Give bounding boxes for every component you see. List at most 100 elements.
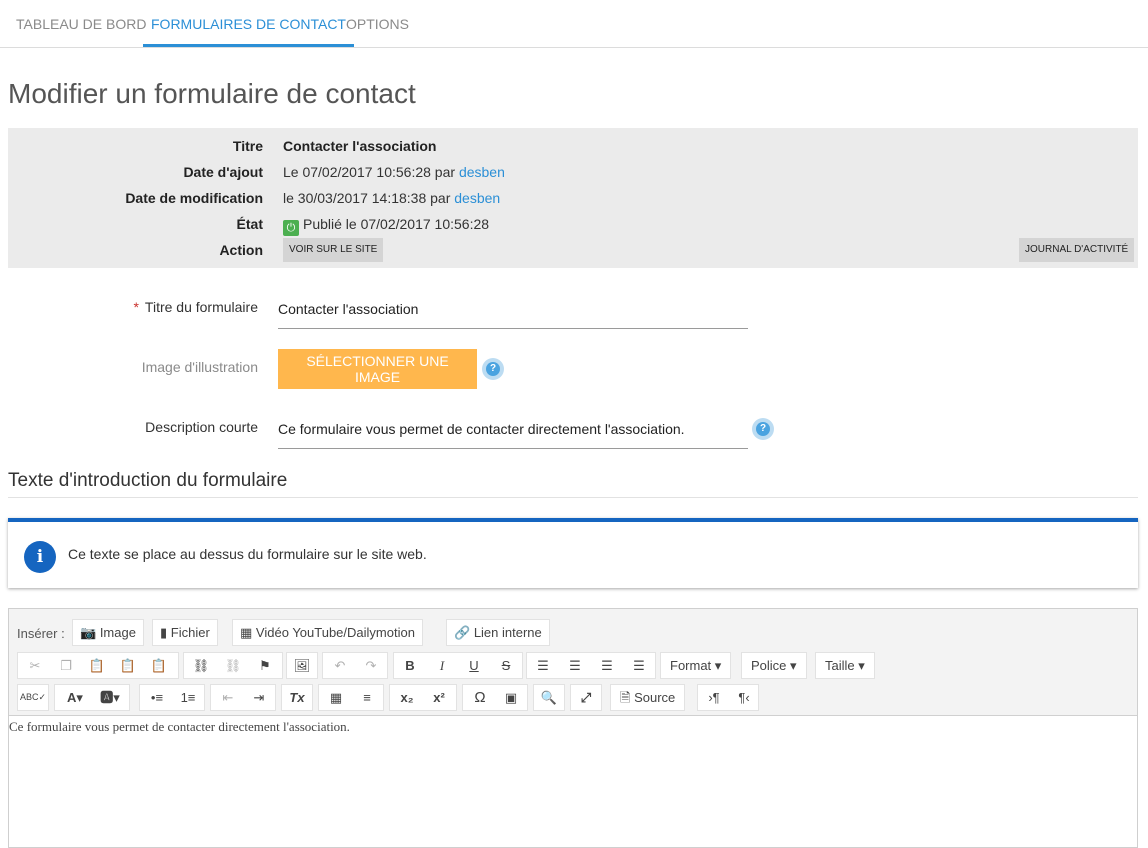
question-icon: ? bbox=[756, 422, 770, 436]
align-justify-icon[interactable]: ☰ bbox=[624, 653, 654, 678]
info-label-date-ajout: Date d'ajout bbox=[183, 164, 263, 180]
strikethrough-icon[interactable]: S bbox=[491, 653, 521, 678]
image-group: 🖼 bbox=[286, 652, 318, 679]
style-group: B I U S bbox=[393, 652, 523, 679]
indent-icon[interactable]: ⇥ bbox=[244, 685, 274, 710]
special-char-icon[interactable]: Ω bbox=[465, 685, 495, 710]
horizontal-rule-icon[interactable]: ≡ bbox=[352, 685, 382, 710]
unlink-icon[interactable]: ⛓ bbox=[218, 653, 248, 678]
format-label: Format bbox=[670, 658, 712, 673]
underline-icon[interactable]: U bbox=[459, 653, 489, 678]
align-center-icon[interactable]: ☰ bbox=[560, 653, 590, 678]
redo-icon[interactable]: ↷ bbox=[356, 653, 386, 678]
cut-icon[interactable]: ✂ bbox=[20, 653, 50, 678]
help-icon-description[interactable]: ? bbox=[752, 418, 774, 440]
required-mark: * bbox=[133, 299, 139, 315]
flag-icon[interactable]: ⚑ bbox=[250, 653, 280, 678]
police-dropdown[interactable]: Police ▾ bbox=[741, 652, 807, 679]
spellcheck-icon[interactable]: ABC✓ bbox=[18, 685, 48, 710]
paste-icon[interactable]: 📋 bbox=[82, 653, 112, 678]
color-group: A▾ 🅰▾ bbox=[54, 684, 130, 711]
voir-sur-le-site-button[interactable]: VOIR SUR LE SITE bbox=[283, 238, 384, 262]
caret-down-icon: ▾ bbox=[858, 658, 865, 673]
date-modif-text: le 30/03/2017 14:18:38 par bbox=[283, 190, 451, 206]
help-icon-image[interactable]: ? bbox=[482, 358, 504, 380]
rtl-icon[interactable]: ¶‹ bbox=[729, 685, 759, 710]
paste-text-icon[interactable]: 📋 bbox=[113, 653, 143, 678]
link-group: ⛓ ⛓ ⚑ bbox=[183, 652, 283, 679]
info-value-date-modif: le 30/03/2017 14:18:38 par desben bbox=[283, 185, 500, 211]
description-input[interactable]: Ce formulaire vous permet de contacter d… bbox=[278, 419, 748, 449]
copy-icon[interactable]: ❐ bbox=[51, 653, 81, 678]
info-panel: Titre Contacter l'association Date d'ajo… bbox=[8, 128, 1138, 268]
power-icon: ⏻ bbox=[283, 220, 299, 236]
page-title: Modifier un formulaire de contact bbox=[8, 78, 416, 109]
maximize-icon[interactable]: ⤢ bbox=[571, 685, 601, 710]
question-icon: ? bbox=[486, 362, 500, 376]
file-icon: ▮ bbox=[160, 625, 168, 640]
undo-group: ↶ ↷ bbox=[322, 652, 388, 679]
insert-image-button[interactable]: 📷 Image bbox=[72, 619, 144, 646]
section-divider bbox=[8, 497, 1138, 498]
insert-link-button[interactable]: 🔗 Lien interne bbox=[446, 619, 550, 646]
insert-file-button[interactable]: ▮ Fichier bbox=[152, 619, 218, 646]
text-color-icon[interactable]: A▾ bbox=[58, 685, 92, 710]
outdent-icon[interactable]: ⇤ bbox=[213, 685, 243, 710]
form-label-titre-text: Titre du formulaire bbox=[144, 299, 258, 315]
maximize-group: ⤢ bbox=[570, 684, 602, 711]
preview-icon[interactable]: 🔍 bbox=[534, 685, 564, 710]
tab-options[interactable]: OPTIONS bbox=[338, 0, 417, 48]
form-label-image: Image d'illustration bbox=[141, 359, 258, 375]
superscript-icon[interactable]: x² bbox=[424, 685, 454, 710]
info-label-action: Action bbox=[219, 242, 263, 258]
spellcheck-group: ABC✓ bbox=[17, 684, 49, 711]
italic-icon[interactable]: I bbox=[427, 653, 457, 678]
section-title: Texte d'introduction du formulaire bbox=[8, 470, 288, 491]
direction-group: ›¶ ¶‹ bbox=[697, 684, 759, 711]
subscript-icon[interactable]: x₂ bbox=[392, 685, 422, 710]
editor-content[interactable]: Ce formulaire vous permet de contacter d… bbox=[9, 719, 350, 735]
numbered-list-icon[interactable]: 1≡ bbox=[173, 685, 203, 710]
link-icon[interactable]: ⛓ bbox=[186, 653, 216, 678]
date-ajout-text: Le 07/02/2017 10:56:28 par bbox=[283, 164, 456, 180]
bulleted-list-icon[interactable]: •≡ bbox=[142, 685, 172, 710]
journal-activite-button[interactable]: JOURNAL D'ACTIVITÉ bbox=[1019, 238, 1135, 262]
source-button[interactable]: 🗎 Source bbox=[610, 684, 686, 711]
bold-icon[interactable]: B bbox=[395, 653, 425, 678]
align-right-icon[interactable]: ☰ bbox=[592, 653, 622, 678]
insert-video-label: Vidéo YouTube/Dailymotion bbox=[255, 625, 415, 640]
source-icon: 🗎 bbox=[620, 690, 631, 705]
insert-video-button[interactable]: ▦ Vidéo YouTube/Dailymotion bbox=[232, 619, 423, 646]
symbol-group: Ω ▣ bbox=[462, 684, 528, 711]
insert-file-label: Fichier bbox=[170, 625, 210, 640]
align-group: ☰ ☰ ☰ ☰ bbox=[526, 652, 656, 679]
taille-label: Taille bbox=[825, 658, 855, 673]
date-modif-user-link[interactable]: desben bbox=[454, 190, 500, 206]
titre-input[interactable]: Contacter l'association bbox=[278, 299, 748, 329]
undo-icon[interactable]: ↶ bbox=[325, 653, 355, 678]
bg-color-icon[interactable]: 🅰▾ bbox=[93, 685, 127, 710]
info-value-etat: ⏻ Publié le 07/02/2017 10:56:28 bbox=[283, 211, 489, 237]
date-ajout-user-link[interactable]: desben bbox=[459, 164, 505, 180]
clear-format-icon[interactable]: Tx bbox=[282, 685, 312, 710]
form-label-description: Description courte bbox=[145, 419, 258, 435]
iframe-icon[interactable]: ▣ bbox=[496, 685, 526, 710]
rich-text-editor: Insérer : 📷 Image ▮ Fichier ▦ Vidéo YouT… bbox=[8, 608, 1138, 848]
film-icon: ▦ bbox=[240, 625, 253, 640]
table-group: ▦ ≡ bbox=[318, 684, 384, 711]
editor-toolbar: Insérer : 📷 Image ▮ Fichier ▦ Vidéo YouT… bbox=[9, 609, 1137, 716]
image-icon[interactable]: 🖼 bbox=[287, 653, 317, 678]
ltr-icon[interactable]: ›¶ bbox=[699, 685, 729, 710]
clipboard-group: ✂ ❐ 📋 📋 📋 bbox=[17, 652, 179, 679]
alert-text: Ce texte se place au dessus du formulair… bbox=[68, 546, 427, 562]
align-left-icon[interactable]: ☰ bbox=[528, 653, 558, 678]
insert-link-label: Lien interne bbox=[473, 625, 542, 640]
tab-tableau-de-bord[interactable]: TABLEAU DE BORD bbox=[8, 0, 154, 48]
taille-dropdown[interactable]: Taille ▾ bbox=[815, 652, 875, 679]
table-icon[interactable]: ▦ bbox=[321, 685, 351, 710]
format-dropdown[interactable]: Format ▾ bbox=[660, 652, 732, 679]
select-image-button[interactable]: SÉLECTIONNER UNE IMAGE bbox=[278, 349, 477, 389]
paste-word-icon[interactable]: 📋 bbox=[144, 653, 174, 678]
tab-formulaires-de-contact[interactable]: FORMULAIRES DE CONTACT bbox=[143, 0, 354, 47]
info-value-date-ajout: Le 07/02/2017 10:56:28 par desben bbox=[283, 159, 505, 185]
